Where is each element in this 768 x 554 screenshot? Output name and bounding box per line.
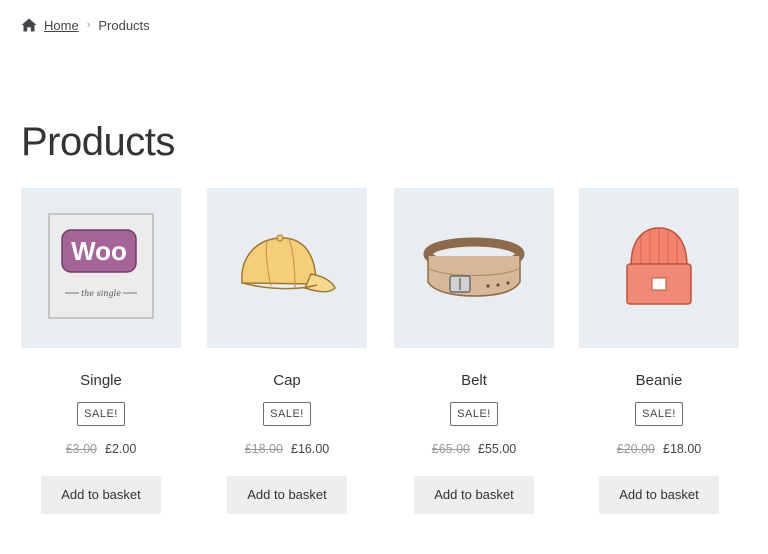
product-image-cap[interactable] (207, 188, 367, 348)
breadcrumb-home-link[interactable]: Home (44, 18, 79, 33)
product-name[interactable]: Cap (207, 372, 367, 392)
sale-badge: SALE! (450, 402, 498, 426)
product-name[interactable]: Single (21, 372, 181, 392)
home-icon[interactable] (21, 18, 37, 32)
add-to-basket-button[interactable]: Add to basket (41, 476, 161, 514)
product-card-belt: Belt SALE! £65.00 £55.00 Add to basket (394, 188, 554, 514)
sale-badge: SALE! (77, 402, 125, 426)
breadcrumb: Home › Products (21, 16, 150, 34)
current-price: £16.00 (291, 442, 330, 456)
product-name[interactable]: Beanie (579, 372, 739, 392)
product-price: £65.00 £55.00 (394, 442, 554, 460)
product-name[interactable]: Belt (394, 372, 554, 392)
add-to-basket-button[interactable]: Add to basket (599, 476, 719, 514)
old-price: £65.00 (431, 442, 470, 456)
add-to-basket-button[interactable]: Add to basket (227, 476, 347, 514)
product-card-beanie: Beanie SALE! £20.00 £18.00 Add to basket (579, 188, 739, 514)
product-card-cap: Cap SALE! £18.00 £16.00 Add to basket (207, 188, 367, 514)
current-price: £55.00 (478, 442, 517, 456)
breadcrumb-current: Products (98, 17, 150, 33)
current-price: £2.00 (105, 442, 137, 456)
woo-logo-text: Woo (71, 236, 127, 266)
product-image-belt[interactable] (394, 188, 554, 348)
old-price: £18.00 (244, 442, 283, 456)
product-image-beanie[interactable] (579, 188, 739, 348)
current-price: £18.00 (663, 442, 702, 456)
breadcrumb-separator-icon: › (86, 19, 91, 31)
belt-icon (423, 237, 525, 297)
product-price: £18.00 £16.00 (207, 442, 367, 460)
sale-badge: SALE! (263, 402, 311, 426)
product-card-single: Woo the single Single SALE! £3.00 £2.00 A… (21, 188, 181, 514)
page-title: Products (21, 120, 175, 164)
old-price: £20.00 (616, 442, 655, 456)
product-price: £20.00 £18.00 (579, 442, 739, 460)
add-to-basket-button[interactable]: Add to basket (414, 476, 534, 514)
sale-badge: SALE! (635, 402, 683, 426)
beanie-icon (626, 227, 692, 305)
product-image-single[interactable]: Woo the single (21, 188, 181, 348)
woo-caption-text: the single (81, 289, 121, 298)
cap-icon (241, 234, 336, 293)
woo-single-album-icon: Woo the single (48, 213, 154, 319)
old-price: £3.00 (65, 442, 97, 456)
product-price: £3.00 £2.00 (21, 442, 181, 460)
product-grid: Woo the single Single SALE! £3.00 £2.00 A… (0, 188, 768, 528)
